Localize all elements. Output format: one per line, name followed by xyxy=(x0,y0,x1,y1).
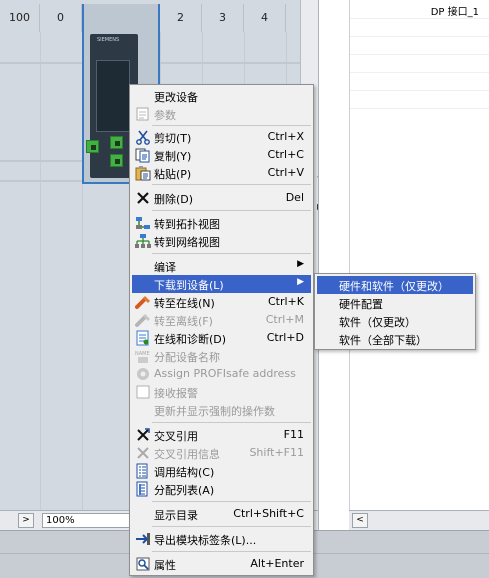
menu-item-update-forced-operands[interactable]: 更新并显示强制的操作数 xyxy=(132,401,311,419)
menu-separator xyxy=(152,184,311,185)
call-structure-icon xyxy=(135,463,151,479)
scissors-icon xyxy=(135,129,151,145)
scroll-left-arrow-icon[interactable]: < xyxy=(352,513,368,528)
overview-row[interactable] xyxy=(350,90,489,91)
menu-item-export-module-labels[interactable]: 导出模块标签条(L)... xyxy=(132,530,311,548)
profinet-port-icon[interactable] xyxy=(110,136,123,149)
alarm-checkbox-icon xyxy=(135,384,151,400)
context-menu: 更改设备 参数 剪切(T) Ctrl+X 复制(Y) Ctrl+C 粘贴(P) … xyxy=(129,84,314,576)
zoom-level-field[interactable]: 100% xyxy=(42,513,132,528)
delete-x-icon xyxy=(135,190,151,206)
copy-icon xyxy=(135,147,151,163)
cpu-brand-label: SIEMENS xyxy=(97,37,120,43)
menu-item-cross-reference-info[interactable]: 交叉引用信息 Shift+F11 xyxy=(132,444,311,462)
slot-divider xyxy=(40,32,41,510)
menu-separator xyxy=(152,551,311,552)
menu-item-copy[interactable]: 复制(Y) Ctrl+C xyxy=(132,146,311,164)
menu-item-delete[interactable]: 删除(D) Del xyxy=(132,189,311,207)
menu-separator xyxy=(152,125,311,126)
menu-item-online-diagnostics[interactable]: 在线和诊断(D) Ctrl+D xyxy=(132,329,311,347)
diagnostics-icon xyxy=(135,330,151,346)
overview-column-header: DP 接口_1 xyxy=(430,7,479,18)
menu-item-assignment-list[interactable]: 分配列表(A) xyxy=(132,480,311,498)
menu-item-call-structure[interactable]: 调用结构(C) xyxy=(132,462,311,480)
overview-row[interactable] xyxy=(350,36,489,37)
paste-icon xyxy=(135,165,151,181)
menu-item-download-to-device[interactable]: 下载到设备(L) ▶ xyxy=(132,275,311,293)
menu-item-cut[interactable]: 剪切(T) Ctrl+X xyxy=(132,128,311,146)
menu-item-cross-reference[interactable]: 交叉引用 F11 xyxy=(132,426,311,444)
overview-row[interactable] xyxy=(350,72,489,73)
cross-reference-info-icon xyxy=(135,445,151,461)
submenu-item-hardware-configuration[interactable]: 硬件配置 xyxy=(317,294,473,312)
menu-item-compile[interactable]: 编译 ▶ xyxy=(132,257,311,275)
profinet-port-icon[interactable] xyxy=(110,154,123,167)
menu-item-assign-profisafe-address[interactable]: Assign PROFIsafe address xyxy=(132,365,311,383)
slot-header-2[interactable]: 2 xyxy=(160,4,202,32)
svg-text:NAME: NAME xyxy=(135,351,150,357)
menu-separator xyxy=(152,422,311,423)
overview-row[interactable] xyxy=(350,108,489,109)
menu-item-go-online[interactable]: 转至在线(N) Ctrl+K xyxy=(132,293,311,311)
menu-separator xyxy=(152,210,311,211)
slot-header-4[interactable]: 4 xyxy=(244,4,286,32)
zoom-nav-arrow-icon[interactable]: > xyxy=(18,513,34,528)
parameters-icon xyxy=(135,106,151,122)
submenu-arrow-icon: ▶ xyxy=(297,259,304,269)
menu-item-assign-device-name[interactable]: NAME 分配设备名称 xyxy=(132,347,311,365)
menu-item-paste[interactable]: 粘贴(P) Ctrl+V xyxy=(132,164,311,182)
menu-item-parameters[interactable]: 参数 xyxy=(132,105,311,123)
menu-item-receive-alarms[interactable]: 接收报警 xyxy=(132,383,311,401)
device-name-icon: NAME xyxy=(135,348,151,364)
profisafe-icon xyxy=(135,366,151,382)
menu-item-change-device[interactable]: 更改设备 xyxy=(132,87,311,105)
cpu-display xyxy=(96,60,130,132)
slot-header-100[interactable]: 100 xyxy=(0,4,40,32)
go-offline-icon xyxy=(135,312,151,328)
submenu-item-software-download-all[interactable]: 软件（全部下载） xyxy=(317,330,473,348)
properties-icon xyxy=(135,556,151,572)
topology-icon xyxy=(135,215,151,231)
overview-horizontal-scrollbar[interactable]: < xyxy=(349,510,489,530)
slot-header-0[interactable]: 0 xyxy=(40,4,82,32)
menu-separator xyxy=(152,526,311,527)
menu-item-go-to-network-view[interactable]: 转到网络视图 xyxy=(132,232,311,250)
menu-item-properties[interactable]: 属性 Alt+Enter xyxy=(132,555,311,573)
overview-row[interactable] xyxy=(350,18,489,19)
device-overview-panel[interactable]: DP 接口_1 < xyxy=(318,0,489,530)
overview-row[interactable] xyxy=(350,54,489,55)
cross-reference-icon xyxy=(135,427,151,443)
menu-item-show-catalog[interactable]: 显示目录 Ctrl+Shift+C xyxy=(132,505,311,523)
go-online-icon xyxy=(135,294,151,310)
submenu-item-software-changes-only[interactable]: 软件（仅更改） xyxy=(317,312,473,330)
menu-item-go-to-topology-view[interactable]: 转到拓扑视图 xyxy=(132,214,311,232)
submenu-arrow-icon: ▶ xyxy=(297,277,304,287)
menu-separator xyxy=(152,501,311,502)
network-icon xyxy=(135,233,151,249)
export-labels-icon xyxy=(135,531,151,547)
menu-separator xyxy=(152,253,311,254)
slot-header-3[interactable]: 3 xyxy=(202,4,244,32)
profinet-port-icon[interactable] xyxy=(86,140,99,153)
assignment-list-icon xyxy=(135,481,151,497)
download-submenu: 硬件和软件（仅更改） 硬件配置 软件（仅更改） 软件（全部下载） xyxy=(314,273,476,350)
menu-item-go-offline[interactable]: 转至离线(F) Ctrl+M xyxy=(132,311,311,329)
overview-column-divider xyxy=(349,0,350,510)
submenu-item-hardware-and-software-changes[interactable]: 硬件和软件（仅更改） xyxy=(317,276,473,294)
